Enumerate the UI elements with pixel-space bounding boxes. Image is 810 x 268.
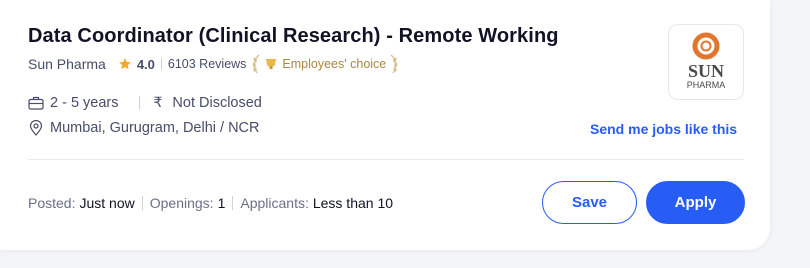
posted-value: Just now xyxy=(79,195,135,211)
card-divider xyxy=(28,159,744,160)
applicants-value: Less than 10 xyxy=(312,195,394,211)
posted-label: Posted: xyxy=(28,195,76,211)
job-footer-info: Posted: Just now Openings: 1 Applicants:… xyxy=(28,195,393,211)
meta-divider xyxy=(138,95,140,110)
briefcase-icon xyxy=(28,95,44,111)
experience-text: 2 - 5 years xyxy=(50,94,119,111)
company-logo[interactable]: SUN PHARMA xyxy=(668,24,744,100)
rupee-icon: ₹ xyxy=(153,94,163,110)
laurel-left-icon xyxy=(252,54,260,74)
footer-divider xyxy=(141,196,143,210)
footer-divider xyxy=(232,196,234,210)
job-title[interactable]: Data Coordinator (Clinical Research) - R… xyxy=(28,25,559,48)
job-meta-row: 2 - 5 years ₹ Not Disclosed xyxy=(28,94,262,111)
location-row: Mumbai, Gurugram, Delhi / NCR xyxy=(28,120,260,136)
openings-label: Openings: xyxy=(149,195,214,211)
logo-line2: PHARMA xyxy=(687,80,726,90)
applicants-label: Applicants: xyxy=(240,195,309,211)
laurel-right-icon xyxy=(390,54,398,74)
locations-text: Mumbai, Gurugram, Delhi / NCR xyxy=(50,120,260,136)
employees-choice-badge[interactable]: Employees' choice xyxy=(252,54,398,74)
star-icon xyxy=(118,57,132,71)
badge-label: Employees' choice xyxy=(282,57,387,71)
company-row: Sun Pharma 4.0 6103 Reviews Employees' c… xyxy=(28,54,398,74)
trophy-icon xyxy=(264,57,278,71)
openings-value: 1 xyxy=(217,195,226,211)
save-button[interactable]: Save xyxy=(542,181,637,224)
job-card[interactable]: Data Coordinator (Clinical Research) - R… xyxy=(0,0,770,250)
logo-line1: SUN xyxy=(688,61,724,81)
company-rating: 4.0 xyxy=(136,56,155,72)
apply-button[interactable]: Apply xyxy=(646,181,745,224)
send-jobs-like-this-link[interactable]: Send me jobs like this xyxy=(590,121,737,137)
location-pin-icon xyxy=(28,120,44,136)
company-name[interactable]: Sun Pharma xyxy=(28,56,106,72)
company-reviews-link[interactable]: 6103 Reviews xyxy=(168,57,247,71)
rating-divider xyxy=(160,58,162,70)
salary-text: Not Disclosed xyxy=(172,94,262,111)
